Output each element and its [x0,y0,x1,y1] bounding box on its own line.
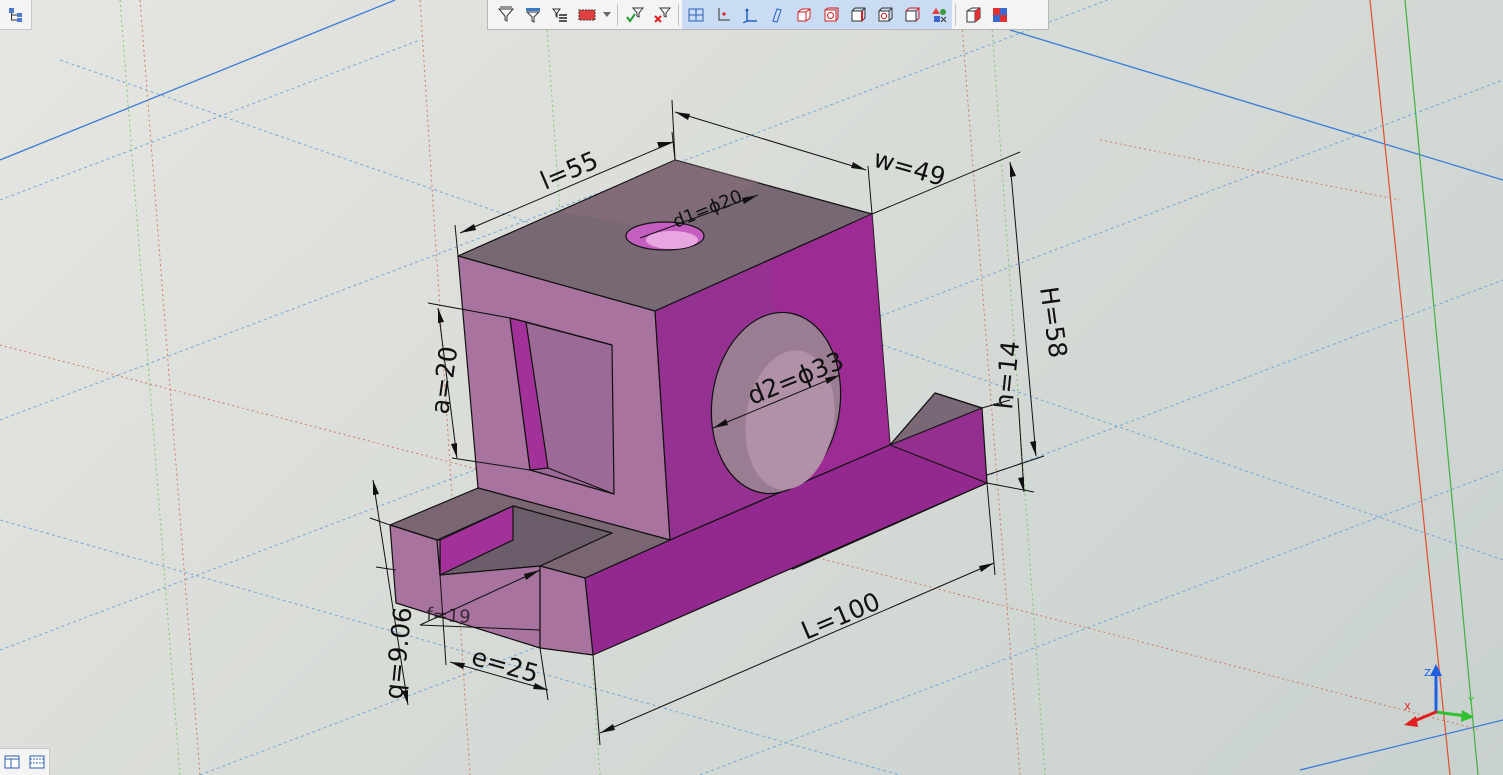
toolbar-separator [678,3,679,26]
solid-body-button[interactable] [898,1,925,29]
model-tree-button[interactable] [0,0,32,30]
axis-system-icon [742,7,757,23]
axis-point-icon [718,7,730,20]
view-cube-button[interactable] [959,1,986,29]
solid-shell-icon [878,7,892,21]
dim-f-label[interactable]: f=19 [426,604,472,628]
dim-L-label[interactable]: L=100 [797,587,884,646]
workplane-icon [771,7,782,23]
filter-select-icon [525,7,540,23]
view-grid-icon [688,8,703,21]
select-list-button[interactable] [546,1,573,29]
view-group [959,0,1013,29]
toolbar-separator [955,3,956,26]
layout-split-icon[interactable] [4,755,20,769]
selection-toolbar [487,0,1049,30]
filter-button[interactable] [492,1,519,29]
axis-y-label: Y [1467,696,1475,707]
filter-group [492,0,614,29]
solid-body-icon [905,7,919,21]
toolbar-separator [617,3,618,26]
select-list-icon [551,8,567,22]
solid-face-icon [797,8,810,21]
filter-apply-group [621,0,675,29]
filter-select-button[interactable] [519,1,546,29]
filter-apply-button[interactable] [621,1,648,29]
dim-h-label[interactable]: h=14 [989,339,1025,410]
filter-clear-button[interactable] [648,1,675,29]
dim-w-label[interactable]: w=49 [870,144,948,192]
solid-face-button[interactable] [790,1,817,29]
view-grid-button[interactable] [682,1,709,29]
select-color-icon [578,9,595,20]
view-cube-icon [966,7,980,22]
geometry-shapes-icon [931,7,946,22]
geometry-shapes-button[interactable] [925,1,952,29]
display-mode-button[interactable] [986,1,1013,29]
display-mode-icon [992,7,1007,22]
solid-hole-icon [824,7,838,21]
solid-hole-button[interactable] [817,1,844,29]
dim-H-label[interactable]: H=58 [1034,285,1073,360]
filter-clear-icon [653,7,671,23]
dropdown-arrow-icon [603,11,611,17]
select-color-button[interactable] [573,1,600,29]
dim-l-label[interactable]: l=55 [536,145,602,195]
axis-z-label: Z [1424,668,1431,679]
axis-x-label: X [1404,702,1411,713]
axis-system-button[interactable] [736,1,763,29]
dim-a-label[interactable]: a=20 [425,344,463,415]
window-layout-bar [0,748,50,775]
dim-q-label[interactable]: q=9.06 [379,606,418,701]
filter-icon [497,6,514,22]
axis-point-button[interactable] [709,1,736,29]
layout-tabs-icon[interactable] [29,755,45,769]
solid-edge-icon [851,7,865,21]
solid-edge-button[interactable] [844,1,871,29]
3d-viewport[interactable]: l=55 w=49 d1=ϕ20 H=58 h=14 a=20 d2=ϕ33 L… [0,0,1503,775]
part-model[interactable] [389,159,988,656]
select-color-dropdown[interactable] [600,1,614,29]
filter-apply-icon [625,7,644,23]
model-tree-icon [8,7,22,22]
workplane-button[interactable] [763,1,790,29]
solid-shell-button[interactable] [871,1,898,29]
axis-triad: Z X Y [1404,664,1475,727]
geometry-filter-group [682,0,952,29]
